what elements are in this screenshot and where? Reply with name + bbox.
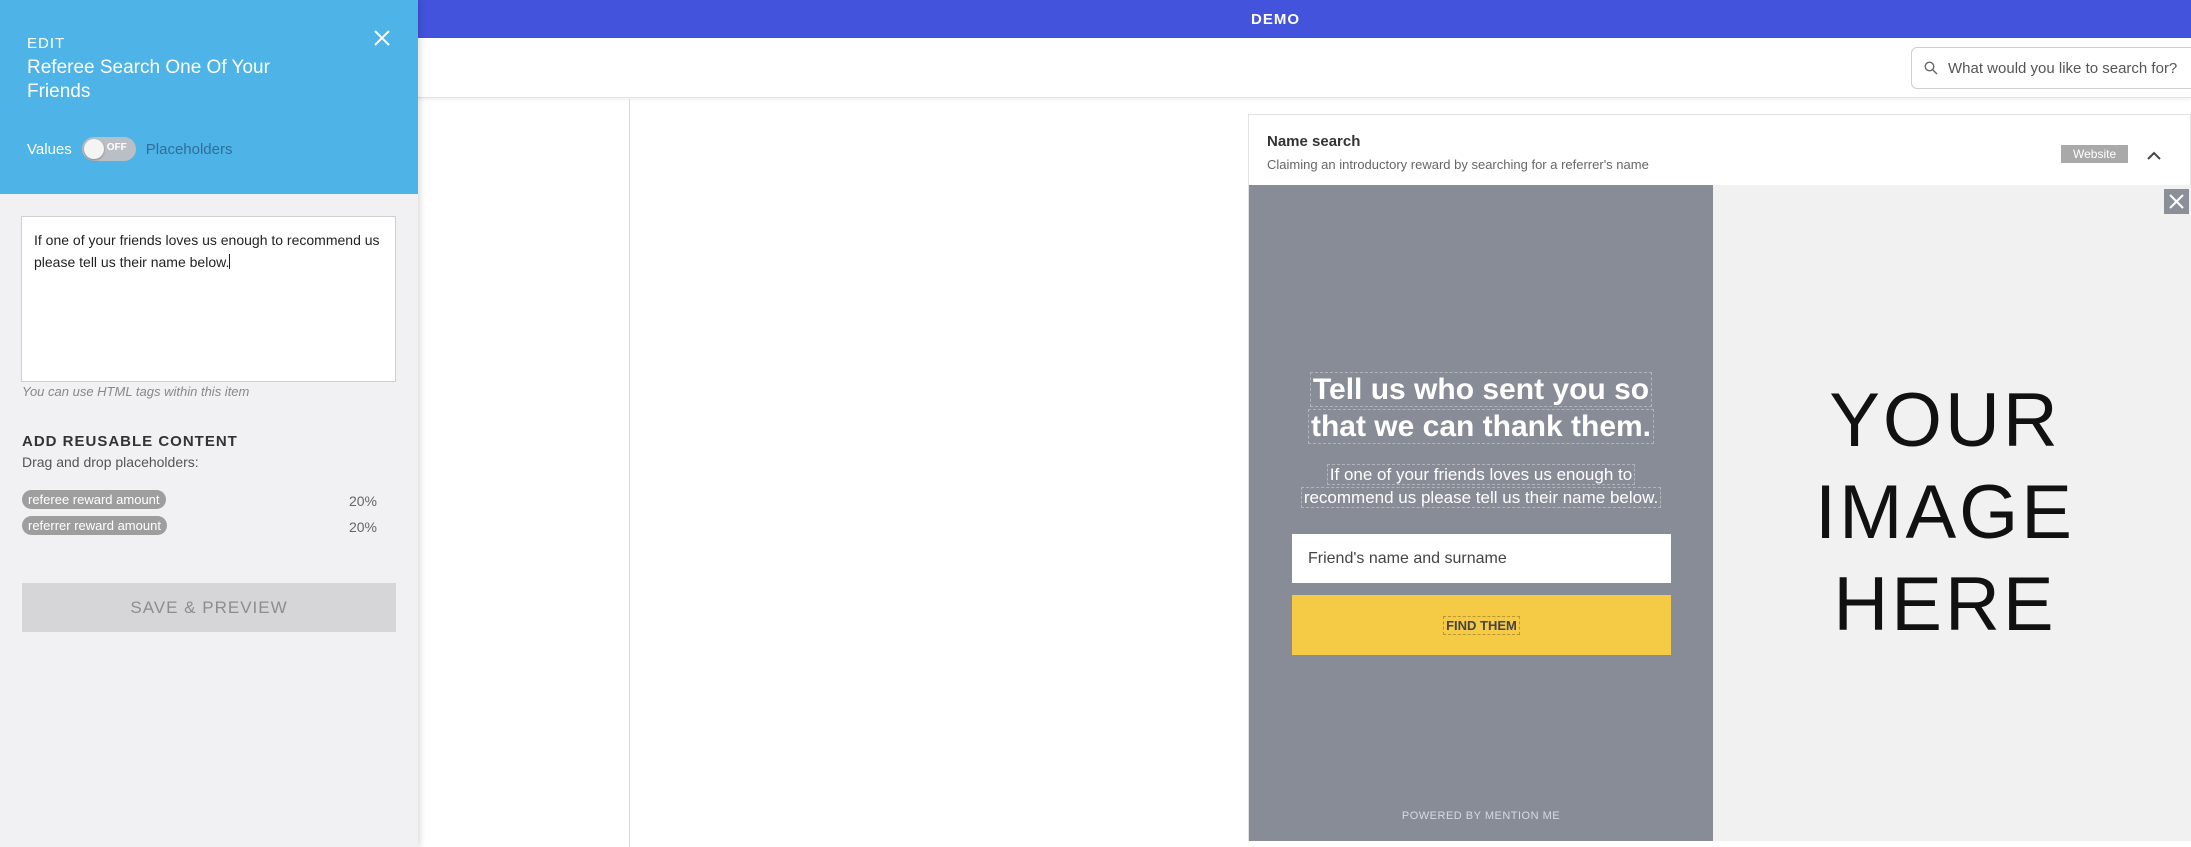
preview-subtext[interactable]: If one of your friends loves us enough t… [1249, 463, 1713, 509]
preview-close-button[interactable] [2164, 189, 2189, 214]
close-button[interactable] [370, 26, 394, 50]
html-hint: You can use HTML tags within this item [22, 384, 250, 399]
chevron-up-icon [2147, 151, 2161, 160]
find-them-label: FIND THEM [1443, 615, 1520, 635]
friend-name-input[interactable] [1292, 534, 1671, 583]
image-placeholder: YOUR IMAGE HERE [1713, 375, 2177, 651]
placeholder-value: 20% [348, 519, 377, 535]
search-box[interactable] [1911, 47, 2191, 89]
search-icon [1924, 61, 1938, 75]
placeholder-chip[interactable]: referee reward amount [22, 490, 166, 509]
subtext-line: recommend us please tell us their name b… [1300, 487, 1662, 508]
card-title: Name search [1267, 133, 1361, 150]
placeholders-label: Placeholders [145, 140, 233, 158]
powered-by: POWERED BY MENTION ME [1401, 810, 1561, 822]
save-preview-button[interactable]: SAVE & PREVIEW [22, 583, 396, 632]
placeholder-value: 20% [348, 493, 377, 509]
edit-sidebar: EDIT Referee Search One Of Your Friends … [0, 0, 418, 847]
image-placeholder-line: HERE [1833, 562, 2057, 647]
close-icon [2169, 194, 2184, 209]
card-subtitle: Claiming an introductory reward by searc… [1267, 157, 1649, 172]
placeholder-chip[interactable]: referrer reward amount [22, 516, 167, 535]
content-editor[interactable]: If one of your friends loves us enough t… [21, 216, 396, 382]
preview-image-panel: YOUR IMAGE HERE [1713, 185, 2191, 841]
sub-header [418, 38, 2191, 98]
edit-label: EDIT [27, 35, 66, 52]
edit-title: Referee Search One Of Your Friends [27, 57, 270, 102]
toggle-knob [83, 139, 104, 159]
reusable-content-subtitle: Drag and drop placeholders: [22, 454, 199, 470]
website-badge: Website [2061, 145, 2129, 163]
values-toggle-row: Values OFF Placeholders [27, 137, 232, 161]
widget-preview: Tell us who sent you so that we can than… [1249, 185, 2191, 841]
preview-headline[interactable]: Tell us who sent you so that we can than… [1249, 371, 1713, 445]
values-label: Values [27, 140, 72, 158]
sidebar-header: EDIT Referee Search One Of Your Friends … [0, 0, 418, 194]
close-icon [374, 30, 390, 46]
headline-line: Tell us who sent you so [1309, 372, 1653, 407]
image-placeholder-line: YOUR [1829, 378, 2061, 463]
subtext-line: If one of your friends loves us enough t… [1326, 464, 1636, 485]
canvas-divider [629, 99, 630, 847]
preview-left-panel: Tell us who sent you so that we can than… [1249, 185, 1713, 841]
search-input[interactable] [1948, 59, 2188, 77]
headline-line: that we can thank them. [1307, 409, 1655, 444]
toggle-state: OFF [106, 142, 127, 153]
collapse-button[interactable] [2143, 145, 2165, 167]
reusable-content-title: ADD REUSABLE CONTENT [22, 433, 238, 450]
placeholder-row: referrer reward amount 20% [22, 516, 377, 536]
text-caret [229, 254, 231, 269]
values-placeholders-toggle[interactable]: OFF [81, 137, 136, 161]
editor-text: If one of your friends loves us enough t… [34, 232, 380, 270]
find-them-button[interactable]: FIND THEM [1292, 595, 1671, 655]
placeholder-row: referee reward amount 20% [22, 490, 377, 510]
brand-title: DEMO [1251, 10, 1300, 28]
image-placeholder-line: IMAGE [1815, 470, 2075, 555]
